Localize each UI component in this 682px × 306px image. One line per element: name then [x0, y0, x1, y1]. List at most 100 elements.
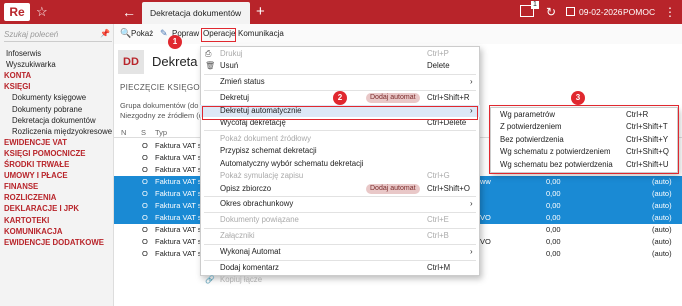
type-cell: Faktura VAT sp: [155, 237, 206, 246]
menu-item-17: Dokumenty powiązane Ctrl+E: [200, 214, 480, 226]
sidebar-item-6[interactable]: Dekretacja dokumentów: [0, 115, 114, 126]
sidebar-item-4[interactable]: Dokumenty księgowe: [0, 92, 114, 103]
menu-shortcut: Ctrl+B: [427, 231, 449, 241]
menu-item-label: Dokumenty powiązane: [220, 215, 299, 225]
column-header-s[interactable]: S: [141, 128, 146, 137]
tab-dekretacja[interactable]: Dekretacja dokumentów: [142, 2, 250, 24]
trash-icon: 🗑: [205, 61, 215, 71]
sidebar-item-10[interactable]: ŚRODKI TRWAŁE: [0, 159, 114, 170]
sidebar-item-9[interactable]: KSIĘGI POMOCNICZE: [0, 148, 114, 159]
menu-item-12: Pokaż symulację zapisu Ctrl+G: [200, 170, 480, 182]
auto-cell: (auto): [652, 225, 672, 234]
status-cell: O: [142, 153, 148, 162]
menu-separator: [204, 227, 476, 229]
menu-separator: [204, 130, 476, 132]
type-cell: Faktura VAT sp: [155, 177, 206, 186]
menu-item-23[interactable]: Dodaj komentarz Ctrl+M: [200, 262, 480, 274]
filter-mismatch[interactable]: Niezgodny ze źródłem (d: [120, 111, 203, 120]
auto-cell: (auto): [652, 189, 672, 198]
menu-item-label: Dekretuj: [220, 93, 250, 103]
auto-cell: (auto): [652, 249, 672, 258]
menu-separator: [204, 211, 476, 213]
desc-cell: ww: [480, 177, 491, 186]
sidebar-item-8[interactable]: EWIDENCJE VAT: [0, 137, 114, 148]
sidebar-item-14[interactable]: DEKLARACJE I JPK: [0, 203, 114, 214]
menu-item-label: Okres obrachunkowy: [220, 199, 294, 209]
menu-item-24: 🔗 Kopiuj łącze: [200, 274, 480, 286]
sidebar-item-5[interactable]: Dokumenty pobrane: [0, 104, 114, 115]
menu-item-10[interactable]: Przypisz schemat dekretacji: [200, 145, 480, 157]
menu-item-13[interactable]: Opisz zbiorczo Dodaj automat Ctrl+Shift+O: [200, 183, 480, 195]
printer-icon: ⎙: [205, 49, 212, 58]
status-cell: O: [142, 249, 148, 258]
show-button[interactable]: Pokaż: [131, 28, 153, 40]
auto-cell: (auto): [652, 201, 672, 210]
sidebar-item-17[interactable]: EWIDENCJE DODATKOWE: [0, 237, 114, 248]
amount-cell: 0,00: [546, 213, 561, 222]
filter-group[interactable]: Grupa dokumentów (do: [120, 101, 198, 110]
menu-item-19: Załączniki Ctrl+B: [200, 230, 480, 242]
sidebar-item-12[interactable]: FINANSE: [0, 181, 114, 192]
add-automation-badge[interactable]: Dodaj automat: [366, 183, 420, 194]
type-cell: Faktura VAT sp: [155, 189, 206, 198]
sidebar-item-0[interactable]: Infoserwis: [0, 48, 114, 59]
status-cell: O: [142, 165, 148, 174]
menu-shortcut: Ctrl+M: [427, 263, 451, 272]
menu-item-15[interactable]: Okres obrachunkowy ›: [200, 198, 480, 210]
notification-count: 1: [531, 1, 539, 9]
menu-item-1[interactable]: 🗑 Usuń Delete: [200, 60, 480, 72]
communication-button[interactable]: Komunikacja: [238, 28, 284, 40]
menu-item-label: Pokaż dokument źródłowy: [220, 133, 312, 143]
menu-item-21[interactable]: Wykonaj Automat ›: [200, 246, 480, 258]
sidebar-item-15[interactable]: KARTOTEKI: [0, 215, 114, 226]
sidebar-item-3[interactable]: KSIĘGI: [0, 81, 114, 92]
column-header-n[interactable]: N: [121, 128, 126, 137]
new-tab-icon[interactable]: +: [256, 2, 265, 22]
menu-item-0: ⎙ Drukuj Ctrl+P: [200, 48, 480, 60]
back-arrow-icon[interactable]: ←: [122, 3, 136, 21]
status-cell: O: [142, 189, 148, 198]
menu-shortcut: Ctrl+Shift+R: [427, 93, 470, 103]
command-search-input[interactable]: Szukaj poleceń: [4, 28, 112, 42]
menu-item-label: Załączniki: [220, 231, 255, 241]
amount-cell: 0,00: [546, 189, 561, 198]
star-icon[interactable]: ☆: [36, 3, 48, 21]
amount-cell: 0,00: [546, 201, 561, 210]
sidebar-item-1[interactable]: Wyszukiwarka: [0, 59, 114, 70]
pencil-icon[interactable]: ✎: [160, 28, 168, 39]
pin-icon[interactable]: 📌: [100, 29, 110, 38]
sidebar-item-11[interactable]: UMOWY I PŁACE: [0, 170, 114, 181]
menu-item-3[interactable]: Zmień status ›: [200, 76, 480, 88]
app-logo[interactable]: Re: [4, 3, 30, 21]
menu-shortcut: Ctrl+P: [427, 49, 449, 58]
toolbar: [114, 24, 682, 44]
status-cell: O: [142, 141, 148, 150]
chevron-right-icon: ›: [470, 199, 473, 209]
menu-item-11[interactable]: Automatyczny wybór schematu dekretacji: [200, 158, 480, 170]
sidebar-item-13[interactable]: ROZLICZENIA: [0, 192, 114, 203]
sidebar-item-16[interactable]: KOMUNIKACJA: [0, 226, 114, 237]
add-automation-badge[interactable]: Dodaj automat: [366, 93, 420, 104]
chevron-right-icon: ›: [470, 247, 473, 257]
help-link[interactable]: POMOC: [623, 3, 655, 21]
menu-shortcut: Delete: [427, 61, 450, 71]
auto-cell: (auto): [652, 213, 672, 222]
desc-cell: VO: [480, 237, 491, 246]
calendar-icon[interactable]: [566, 7, 575, 16]
amount-cell: 0,00: [546, 249, 561, 258]
sidebar-item-2[interactable]: KONTA: [0, 70, 114, 81]
refresh-icon[interactable]: ↻: [546, 3, 556, 21]
page-title: Dekreta: [152, 54, 198, 69]
amount-cell: 0,00: [546, 225, 561, 234]
search-icon[interactable]: 🔍: [120, 28, 131, 39]
work-date[interactable]: 09-02-2026: [579, 3, 622, 21]
type-cell: Faktura VAT sp: [155, 213, 206, 222]
module-code: DD: [118, 50, 144, 74]
auto-cell: (auto): [652, 237, 672, 246]
sidebar-item-7[interactable]: Rozliczenia międzyokresowe: [0, 126, 114, 137]
type-cell: Faktura VAT sp: [155, 225, 206, 234]
annotation-box-operations: [201, 28, 236, 42]
menu-separator: [204, 195, 476, 197]
more-icon[interactable]: ⋮: [664, 3, 676, 21]
column-header-type[interactable]: Typ: [155, 128, 167, 137]
